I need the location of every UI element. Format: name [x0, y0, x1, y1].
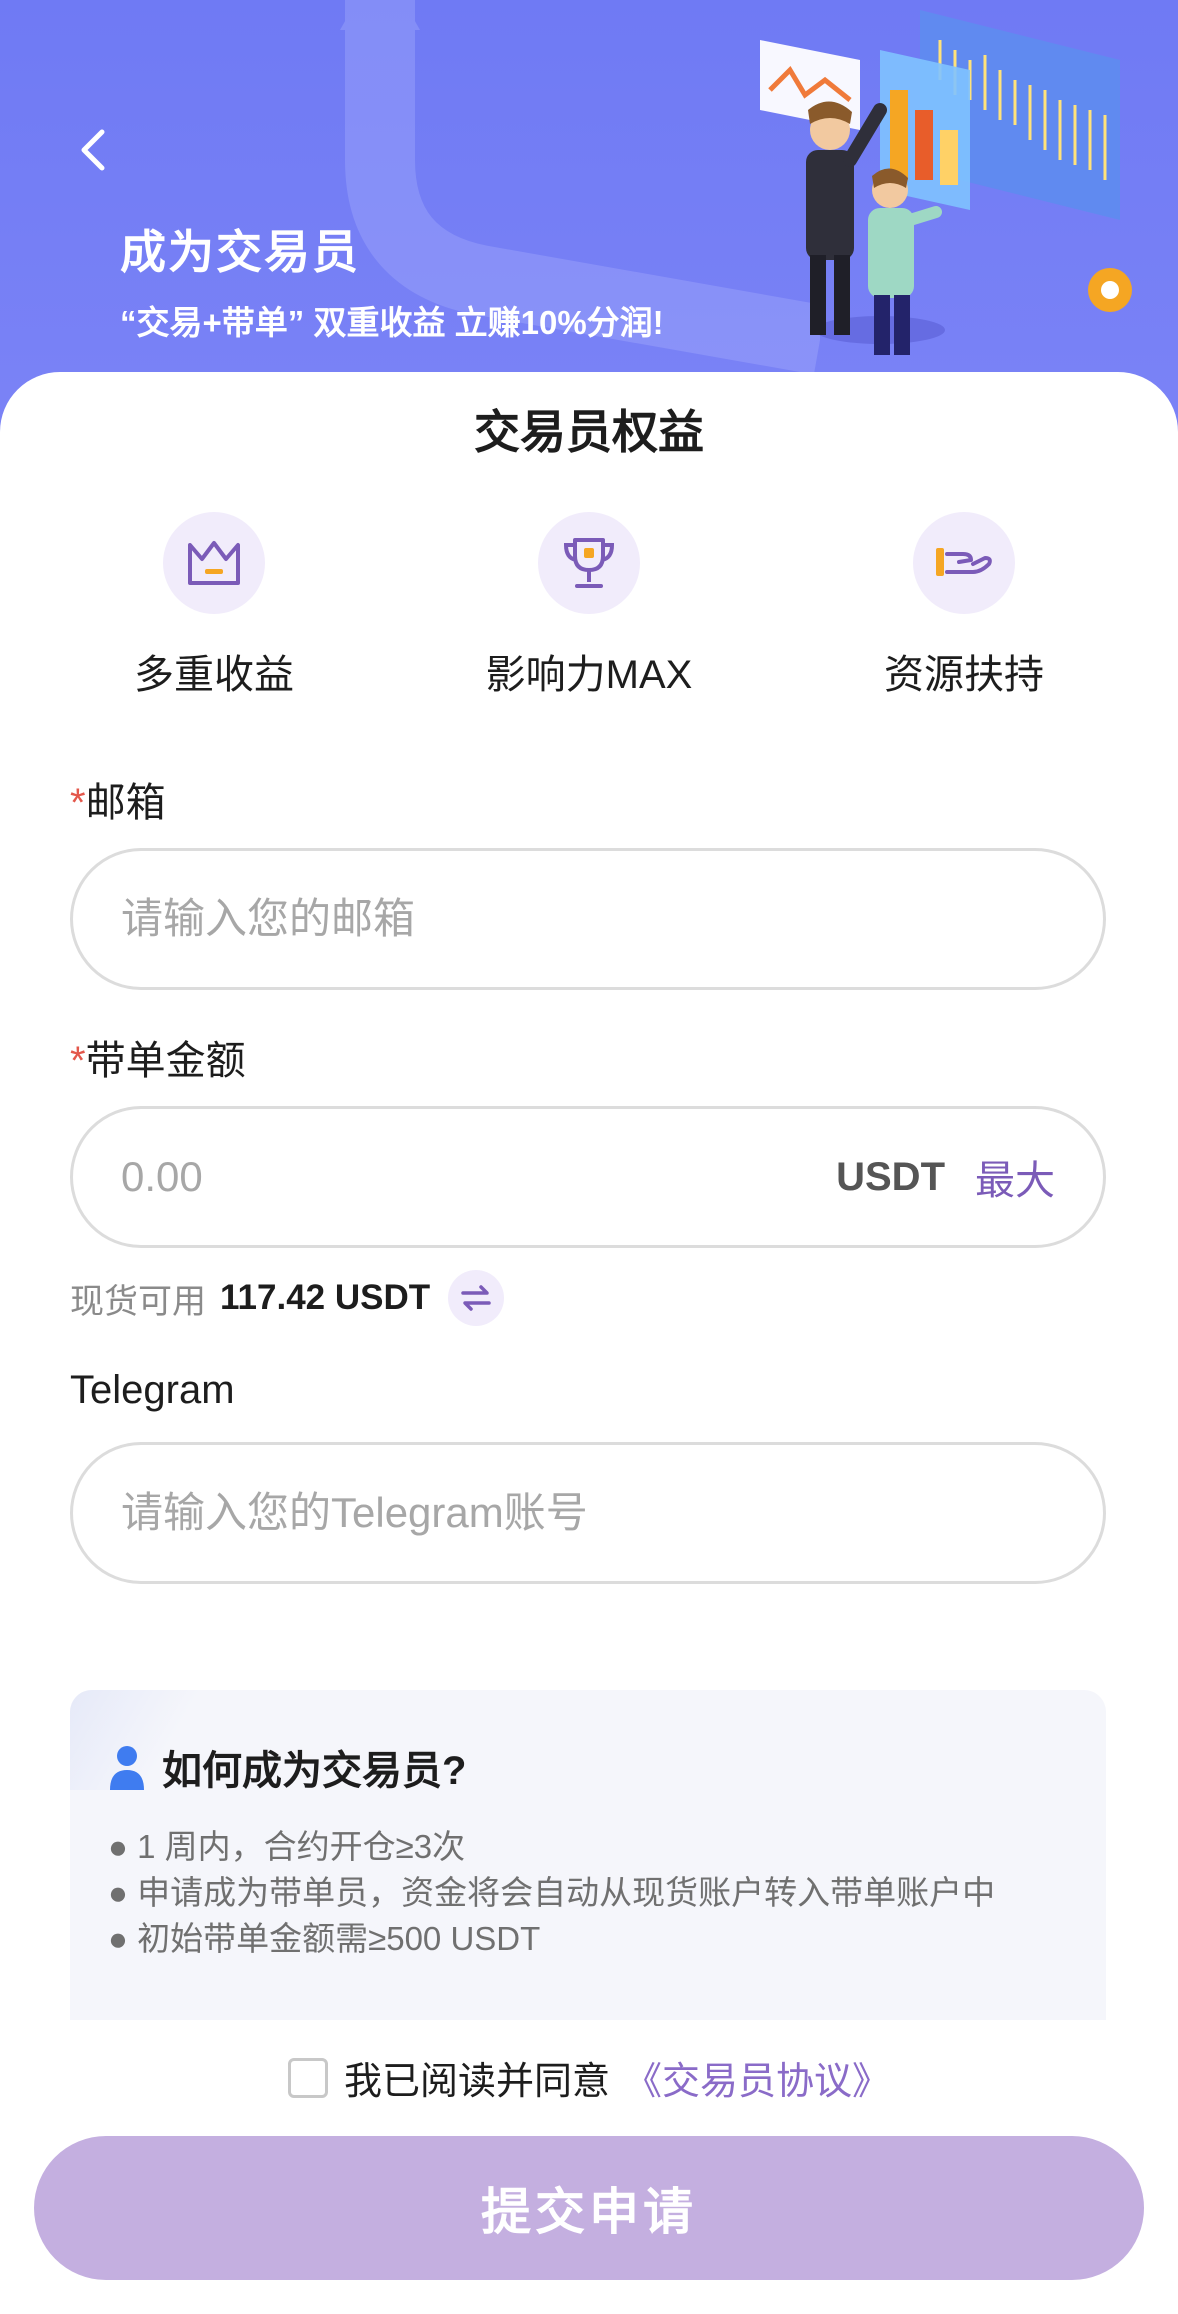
email-field[interactable] [121, 895, 1055, 943]
benefit-icon-wrap [913, 512, 1015, 614]
email-label-text: 邮箱 [85, 781, 166, 825]
agreement-checkbox[interactable] [287, 2057, 328, 2098]
user-icon [110, 1746, 144, 1790]
available-value: 117.42 USDT [220, 1278, 431, 1317]
required-mark: * [70, 1039, 86, 1083]
benefit-influence: 影响力MAX [459, 512, 719, 700]
agreement-link[interactable]: 《交易员协议》 [624, 2050, 890, 2105]
max-button[interactable]: 最大 [975, 1148, 1055, 1206]
amount-field-wrap: USDT 最大 [70, 1106, 1106, 1248]
swap-arrows-icon [461, 1285, 491, 1311]
support-hand-icon [936, 548, 992, 576]
benefits-title: 交易员权益 [474, 406, 704, 458]
howto-panel: 如何成为交易员? ● 1 周内，合约开仓≥3次 ● 申请成为带单员，资金将会自动… [70, 1690, 1106, 2020]
available-label: 现货可用 [70, 1282, 206, 1321]
agreement-row: 我已阅读并同意 《交易员协议》 [0, 2050, 1178, 2105]
page-subtitle: “交易+带单” 双重收益 立赚10%分润! [120, 304, 664, 341]
telegram-field[interactable] [121, 1489, 1055, 1537]
telegram-field-wrap [70, 1442, 1106, 1584]
list-item: ● 1 周内，合约开仓≥3次 [108, 1828, 466, 1865]
required-mark: * [70, 781, 86, 825]
crown-icon [188, 541, 240, 585]
back-button[interactable] [70, 128, 114, 172]
benefit-resource-support: 资源扶持 [834, 512, 1094, 700]
list-item: ● 申请成为带单员，资金将会自动从现货账户转入带单账户中 [108, 1874, 996, 1911]
benefit-icon-wrap [163, 512, 265, 614]
transfer-button[interactable] [448, 1270, 505, 1326]
telegram-label: Telegram [70, 1368, 235, 1412]
page-title: 成为交易员 [120, 226, 360, 278]
amount-unit: USDT [836, 1154, 945, 1199]
amount-label: *带单金额 [70, 1028, 246, 1086]
trophy-icon [563, 538, 615, 588]
howto-heading: 如何成为交易员? [108, 1738, 466, 1796]
howto-title: 如何成为交易员? [162, 1749, 467, 1793]
available-balance: 现货可用 117.42 USDT [70, 1270, 505, 1326]
benefit-label: 影响力MAX [485, 653, 693, 697]
benefit-multi-income: 多重收益 [84, 512, 344, 700]
submit-button[interactable]: 提交申请 [34, 2136, 1144, 2280]
howto-list: ● 1 周内，合约开仓≥3次 ● 申请成为带单员，资金将会自动从现货账户转入带单… [108, 1824, 1068, 1962]
email-field-wrap [70, 848, 1106, 990]
traders-illustration [760, 10, 1132, 355]
email-label: *邮箱 [70, 770, 166, 828]
amount-label-text: 带单金额 [85, 1039, 246, 1083]
agreement-text: 我已阅读并同意 [343, 2061, 610, 2103]
benefit-label: 资源扶持 [884, 653, 1044, 697]
list-item: ● 初始带单金额需≥500 USDT [108, 1920, 541, 1957]
benefit-label: 多重收益 [134, 653, 294, 697]
chevron-left-icon [81, 129, 105, 171]
amount-field[interactable] [121, 1153, 817, 1201]
benefit-icon-wrap [538, 512, 640, 614]
